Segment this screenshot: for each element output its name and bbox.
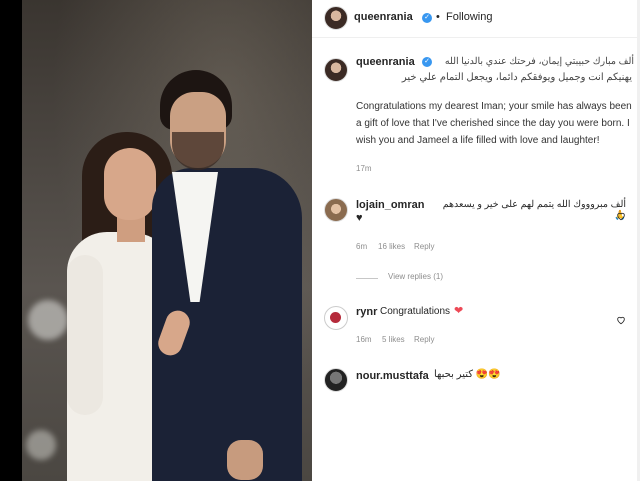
comment-reply-button[interactable]: Reply bbox=[414, 335, 434, 344]
verified-badge-icon: ✓ bbox=[422, 57, 432, 67]
comment-like-heart-icon[interactable] bbox=[616, 208, 626, 221]
woman-face bbox=[104, 148, 156, 220]
post-detail-panel: queenrania ✓ • Following queenrania ✓ أل… bbox=[312, 0, 640, 481]
post-time: 17m bbox=[356, 164, 372, 173]
post-header: queenrania ✓ • Following bbox=[312, 0, 640, 38]
verified-badge-icon: ✓ bbox=[422, 13, 432, 23]
comment-likes[interactable]: 16 likes bbox=[378, 242, 405, 251]
author-username[interactable]: queenrania bbox=[354, 11, 413, 23]
following-button[interactable]: Following bbox=[446, 11, 492, 23]
comment-reply-button[interactable]: Reply bbox=[414, 242, 434, 251]
commenter-avatar[interactable] bbox=[324, 306, 348, 330]
photo-bokeh bbox=[26, 430, 56, 460]
view-replies-line bbox=[356, 278, 378, 279]
comment-text: Congratulations bbox=[380, 306, 451, 317]
view-replies-button[interactable]: View replies (1) bbox=[388, 272, 443, 281]
caption-arabic-line1: ألف مبارك حبيبتي إيمان، فرحتك عندي بالدن… bbox=[444, 56, 634, 67]
comment-username[interactable]: rynr bbox=[356, 306, 377, 318]
caption-english: Congratulations my dearest Iman; your sm… bbox=[356, 101, 632, 146]
comment-text: 😍😍 كتير بحبها bbox=[434, 369, 501, 380]
left-black-strip bbox=[0, 0, 22, 481]
commenter-avatar[interactable] bbox=[324, 368, 348, 392]
author-avatar[interactable] bbox=[324, 6, 348, 30]
comment-username[interactable]: nour.musttafa bbox=[356, 370, 429, 382]
comment-text: ألف مبروووك الله يتمم لهم على خير و يسعد… bbox=[442, 199, 626, 221]
comment-username[interactable]: lojain_omran bbox=[356, 199, 424, 211]
man-hand bbox=[227, 440, 263, 480]
comment-likes[interactable]: 5 likes bbox=[382, 335, 405, 344]
caption-arabic-line2: يهنيكم انت وجميل ويوفقكم دائما، ويجعل ال… bbox=[401, 72, 632, 83]
photo-bokeh bbox=[28, 300, 68, 340]
comment-time: 16m bbox=[356, 335, 372, 344]
caption-username[interactable]: queenrania bbox=[356, 56, 415, 68]
comment-heart-emoji: ❤ bbox=[454, 305, 464, 317]
woman-arm bbox=[67, 255, 103, 415]
comment-time: 6m bbox=[356, 242, 368, 251]
header-separator: • bbox=[436, 11, 440, 23]
comment-heart-emoji: ♥ bbox=[356, 212, 363, 224]
comment-like-heart-icon[interactable] bbox=[616, 312, 626, 325]
post-photo[interactable] bbox=[22, 0, 312, 481]
caption-avatar[interactable] bbox=[324, 58, 348, 82]
commenter-avatar[interactable] bbox=[324, 198, 348, 222]
